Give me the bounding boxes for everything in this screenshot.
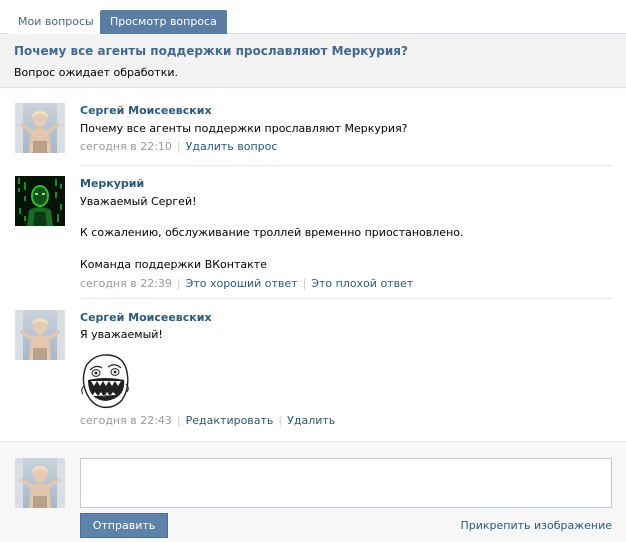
message-divider [80, 165, 612, 166]
tab-my-questions[interactable]: Мои вопросы [8, 10, 104, 34]
message-time: сегодня в 22:10 [80, 140, 172, 153]
separator: | [176, 277, 181, 290]
separator: | [302, 277, 307, 290]
message-text-signature: Команда поддержки ВКонтакте [80, 258, 267, 271]
message-author[interactable]: Сергей Моисеевских [80, 104, 212, 117]
forever-alone-face-icon [80, 352, 130, 410]
message-text-greeting: Уважаемый Сергей! [80, 195, 197, 208]
question-header: Почему все агенты поддержки прославляют … [0, 34, 626, 88]
message-text: Почему все агенты поддержки прославляют … [80, 122, 408, 135]
reply-input[interactable] [80, 458, 612, 508]
message-meta: сегодня в 22:43 | Редактировать | Удалить [80, 414, 335, 427]
delete-link[interactable]: Удалить [287, 414, 335, 427]
message-3: Сергей Моисеевских Я уважаемый! сегодня … [0, 310, 626, 432]
message-author[interactable]: Меркурий [80, 177, 144, 190]
send-button[interactable]: Отправить [80, 513, 168, 538]
message-meta: сегодня в 22:10 | Удалить вопрос [80, 140, 277, 153]
message-2: Меркурий Уважаемый Сергей! К сожалению, … [0, 176, 626, 296]
current-user-avatar-icon[interactable] [15, 458, 65, 508]
message-author[interactable]: Сергей Моисеевских [80, 311, 212, 324]
user-avatar-icon[interactable] [15, 103, 65, 153]
reply-area: Отправить Прикрепить изображение [0, 441, 626, 542]
question-title: Почему все агенты поддержки прославляют … [14, 44, 408, 58]
edit-link[interactable]: Редактировать [186, 414, 274, 427]
message-text-body: К сожалению, обслуживание троллей времен… [80, 226, 464, 239]
question-status: Вопрос ожидает обработки. [14, 66, 178, 79]
message-meta: сегодня в 22:39 | Это хороший ответ | Это пл… [80, 277, 413, 290]
tab-bar: Мои вопросы Просмотр вопроса [0, 0, 626, 34]
message-time: сегодня в 22:43 [80, 414, 172, 427]
good-answer-link[interactable]: Это хороший ответ [186, 277, 298, 290]
tab-view-question[interactable]: Просмотр вопроса [100, 10, 227, 34]
separator: | [278, 414, 283, 427]
message-divider [80, 298, 612, 299]
bad-answer-link[interactable]: Это плохой ответ [311, 277, 413, 290]
separator: | [176, 414, 181, 427]
attach-image-link[interactable]: Прикрепить изображение [460, 519, 612, 532]
message-time: сегодня в 22:39 [80, 277, 172, 290]
support-avatar-icon[interactable] [15, 176, 65, 226]
message-1: Сергей Моисеевских Почему все агенты под… [0, 100, 626, 160]
message-text: Я уважаемый! [80, 328, 163, 341]
separator: | [176, 140, 181, 153]
user-avatar-icon[interactable] [15, 310, 65, 360]
delete-question-link[interactable]: Удалить вопрос [186, 140, 278, 153]
